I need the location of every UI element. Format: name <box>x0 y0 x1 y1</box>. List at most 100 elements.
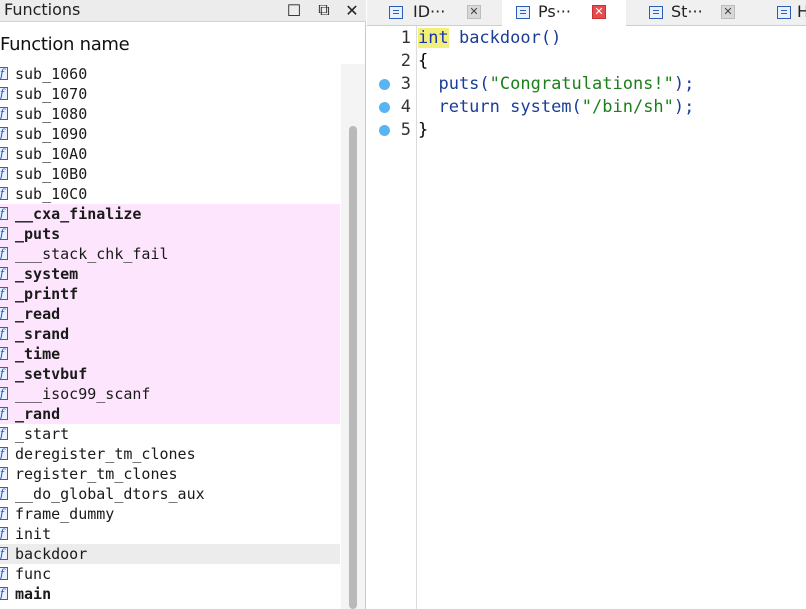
function-row[interactable]: ___stack_chk_fail <box>0 244 340 264</box>
function-name: sub_10C0 <box>15 185 88 203</box>
tab-close-icon[interactable]: ✕ <box>467 5 481 19</box>
function-name: _system <box>15 265 79 283</box>
function-row[interactable]: _srand <box>0 324 340 344</box>
function-name: _read <box>15 305 61 323</box>
code-token: backdoor() <box>448 28 562 48</box>
strings-view-icon <box>649 6 663 19</box>
function-name: func <box>15 565 52 583</box>
code-line[interactable]: 1 int backdoor() <box>367 27 806 50</box>
function-icon <box>0 84 8 104</box>
function-icon <box>0 164 8 184</box>
line-number: 3 <box>400 74 411 94</box>
function-row[interactable]: sub_1090 <box>0 124 340 144</box>
breakpoint-dot-icon[interactable] <box>379 125 390 136</box>
code-text: return system("/bin/sh"); <box>418 96 694 119</box>
function-row[interactable]: register_tm_clones <box>0 464 340 484</box>
function-row[interactable]: __cxa_finalize <box>0 204 340 224</box>
function-icon <box>0 564 8 584</box>
function-row[interactable]: sub_1070 <box>0 84 340 104</box>
tab-pseudocode[interactable]: Ps··· ✕ <box>502 0 626 26</box>
code-token: "/bin/sh" <box>581 97 674 117</box>
function-name: _puts <box>15 225 61 243</box>
tab-label: ID··· <box>413 2 446 21</box>
function-icon <box>0 244 8 264</box>
code-text: } <box>418 119 428 142</box>
function-row[interactable]: __do_global_dtors_aux <box>0 484 340 504</box>
function-row[interactable]: ___isoc99_scanf <box>0 384 340 404</box>
function-name: sub_10B0 <box>15 165 88 183</box>
code-token: } <box>418 120 429 140</box>
function-row[interactable]: _read <box>0 304 340 324</box>
function-row[interactable]: _time <box>0 344 340 364</box>
code-token: ); <box>673 74 695 94</box>
function-row[interactable]: init <box>0 524 340 544</box>
function-icon <box>0 64 8 84</box>
function-row[interactable]: _setvbuf <box>0 364 340 384</box>
tab-hex-view[interactable]: H <box>767 0 806 25</box>
function-name: sub_1060 <box>15 65 88 83</box>
function-name: _rand <box>15 405 61 423</box>
function-name: sub_1080 <box>15 105 88 123</box>
float-window-icon[interactable]: ⧉ <box>314 2 334 20</box>
breakpoint-dot-icon[interactable] <box>379 102 390 113</box>
function-row[interactable]: _puts <box>0 224 340 244</box>
function-name: register_tm_clones <box>15 465 178 483</box>
function-icon <box>0 404 8 424</box>
line-number: 2 <box>400 51 411 71</box>
code-line[interactable]: 2{ <box>367 50 806 73</box>
functions-panel: Functions ☐ ⧉ ✕ Function name sub_1060su… <box>0 0 366 609</box>
code-line[interactable]: 3 puts("Congratulations!"); <box>367 73 806 96</box>
tab-close-icon[interactable]: ✕ <box>721 5 735 19</box>
function-row[interactable]: func <box>0 564 340 584</box>
function-row[interactable]: frame_dummy <box>0 504 340 524</box>
function-row[interactable]: _start <box>0 424 340 444</box>
function-name: _printf <box>15 285 79 303</box>
function-row[interactable]: _rand <box>0 404 340 424</box>
code-token: return <box>418 97 511 117</box>
breakpoint-dot-icon[interactable] <box>379 79 390 90</box>
function-row[interactable]: main <box>0 584 340 604</box>
function-name-column-header[interactable]: Function name <box>0 34 130 55</box>
code-line[interactable]: 5} <box>367 119 806 142</box>
disassembly-view-icon <box>389 6 403 19</box>
function-row[interactable]: sub_1060 <box>0 64 340 84</box>
function-name: sub_1070 <box>15 85 88 103</box>
function-row[interactable]: _printf <box>0 284 340 304</box>
line-number: 1 <box>400 28 411 48</box>
code-line[interactable]: 4 return system("/bin/sh"); <box>367 96 806 119</box>
function-name: __cxa_finalize <box>15 205 142 223</box>
function-row[interactable]: sub_1080 <box>0 104 340 124</box>
close-icon[interactable]: ✕ <box>342 2 362 20</box>
function-icon <box>0 504 8 524</box>
function-row[interactable]: backdoor <box>0 544 340 564</box>
code-token: ); <box>673 97 695 117</box>
function-name: _setvbuf <box>15 365 88 383</box>
function-row[interactable]: sub_10C0 <box>0 184 340 204</box>
function-icon <box>0 144 8 164</box>
function-icon <box>0 544 8 564</box>
function-icon <box>0 284 8 304</box>
tab-ida-view[interactable]: ID··· ✕ <box>373 0 491 25</box>
function-icon <box>0 464 8 484</box>
code-token: { <box>418 51 429 71</box>
code-token: int <box>418 28 449 48</box>
functions-scrollbar-thumb[interactable] <box>349 126 357 609</box>
maximize-icon[interactable]: ☐ <box>284 2 304 20</box>
functions-titlebar: Functions ☐ ⧉ ✕ <box>0 0 366 22</box>
tab-label: St··· <box>671 2 703 21</box>
function-row[interactable]: deregister_tm_clones <box>0 444 340 464</box>
function-row[interactable]: sub_10B0 <box>0 164 340 184</box>
function-icon <box>0 484 8 504</box>
function-icon <box>0 264 8 284</box>
function-name: _start <box>15 425 70 443</box>
code-token: puts( <box>418 74 490 94</box>
tab-strings[interactable]: St··· ✕ <box>637 0 759 25</box>
tab-close-icon[interactable]: ✕ <box>592 5 606 19</box>
function-row[interactable]: sub_10A0 <box>0 144 340 164</box>
function-row[interactable]: _system <box>0 264 340 284</box>
function-name: sub_10A0 <box>15 145 88 163</box>
function-icon <box>0 224 8 244</box>
line-number: 5 <box>400 120 411 140</box>
function-icon <box>0 344 8 364</box>
function-icon <box>0 364 8 384</box>
